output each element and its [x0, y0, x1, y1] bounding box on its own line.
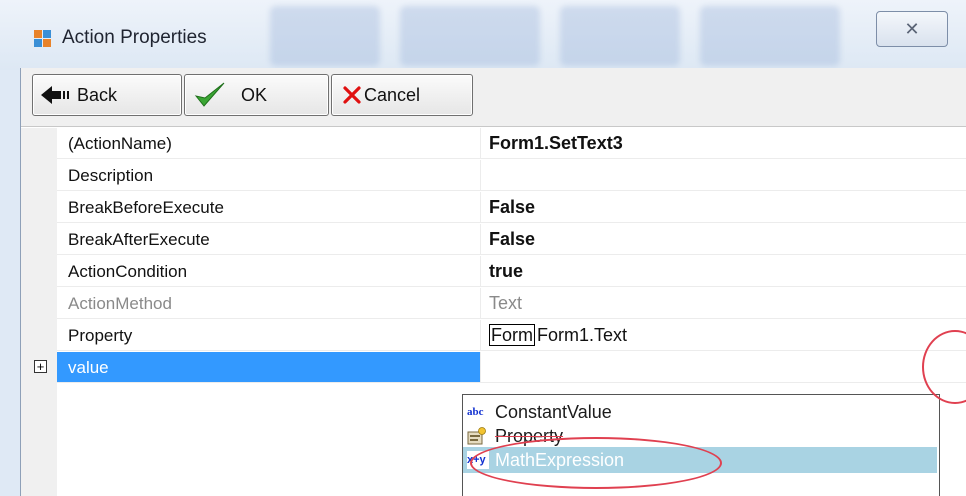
property-name: Description [57, 160, 481, 191]
back-button[interactable]: Back [32, 74, 182, 116]
property-name: Property [57, 320, 481, 351]
property-row[interactable]: Description [21, 160, 966, 192]
property-icon [467, 427, 489, 445]
dropdown-item-label: ConstantValue [495, 402, 612, 422]
app-icon [34, 30, 52, 48]
property-row[interactable]: Property Form Form1.Text [21, 320, 966, 352]
background-blur [270, 6, 380, 66]
back-label: Back [77, 84, 118, 105]
background-blur [400, 6, 540, 66]
property-row[interactable]: ActionMethod Text [21, 288, 966, 320]
property-value[interactable]: true [481, 256, 966, 287]
dropdown-item-label: MathExpression [495, 450, 625, 470]
property-value[interactable]: Form1.SetText3 [481, 128, 966, 159]
property-value: Form1.Text [537, 325, 628, 345]
property-name: BreakBeforeExecute [57, 192, 481, 223]
property-name: BreakAfterExecute [57, 224, 481, 255]
row-gutter [21, 160, 57, 192]
close-button[interactable]: ✕ [876, 11, 948, 47]
abc-icon: abc [467, 406, 484, 418]
property-name: ActionMethod [57, 288, 481, 319]
action-properties-window: Action Properties ✕ Back OK Cancel (Acti… [0, 0, 966, 496]
row-gutter [21, 128, 57, 160]
row-gutter [21, 256, 57, 288]
property-name: value [57, 352, 481, 383]
dropdown-item-constant-value[interactable]: abc ConstantValue [463, 399, 937, 425]
property-value-editor[interactable]: Form Form1.Text [481, 320, 966, 351]
property-row[interactable]: ActionCondition true [21, 256, 966, 288]
background-blur [560, 6, 680, 66]
property-value[interactable]: ▼ [481, 352, 966, 383]
property-name: (ActionName) [57, 128, 481, 159]
property-value[interactable]: False [481, 192, 966, 223]
window-title: Action Properties [62, 27, 207, 48]
property-row[interactable]: BreakBeforeExecute False [21, 192, 966, 224]
row-gutter [21, 224, 57, 256]
math-expression-icon: x+y [467, 451, 489, 469]
dropdown-item-label: Property [495, 426, 564, 446]
background-blur [700, 6, 840, 66]
property-row[interactable]: BreakAfterExecute False [21, 224, 966, 256]
property-value[interactable]: False [481, 224, 966, 255]
ok-label: OK [241, 84, 268, 105]
checkmark-icon [194, 82, 225, 107]
back-arrow-icon [41, 86, 69, 104]
cancel-button[interactable]: Cancel [331, 74, 473, 116]
value-type-dropdown: abc ConstantValue Property x+y MathExpre… [462, 394, 940, 496]
row-gutter: + [21, 352, 57, 384]
property-row[interactable]: (ActionName) Form1.SetText3 [21, 128, 966, 160]
property-row-value[interactable]: + value ▼ [21, 352, 966, 384]
dropdown-item-property[interactable]: Property [463, 423, 937, 449]
toolbar: Back OK Cancel [21, 68, 966, 127]
property-prefix: Form [489, 324, 535, 346]
row-gutter [21, 384, 57, 496]
cancel-label: Cancel [364, 84, 421, 105]
property-name: ActionCondition [57, 256, 481, 287]
property-value[interactable] [481, 160, 966, 191]
row-gutter [21, 320, 57, 352]
expand-icon[interactable]: + [34, 360, 47, 373]
ok-button[interactable]: OK [184, 74, 329, 116]
row-gutter [21, 192, 57, 224]
dropdown-item-math-expression[interactable]: x+y MathExpression [463, 447, 937, 473]
cancel-x-icon [343, 86, 361, 104]
property-value: Text [481, 288, 966, 319]
close-icon: ✕ [904, 19, 920, 39]
row-gutter [21, 288, 57, 320]
